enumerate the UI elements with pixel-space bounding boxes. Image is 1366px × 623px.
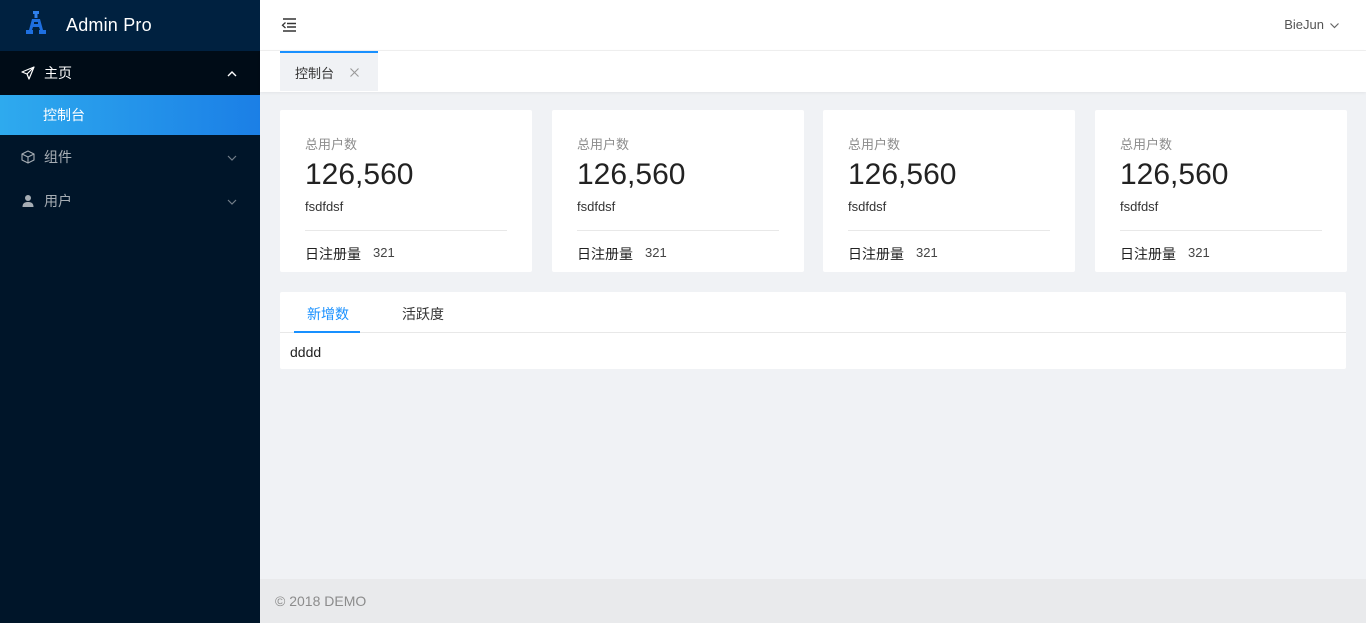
panel-tab-bar: 新增数 活跃度 [280,292,1346,333]
user-name: BieJun [1284,17,1324,32]
sidebar-group-label: 用户 [44,193,72,209]
stat-card-subtitle: fsdfdsf [1120,199,1159,214]
stat-card: 总用户数 126,560 fsdfdsf 日注册量 321 [280,110,532,272]
stat-card-footer-value: 321 [1188,245,1210,260]
sidebar-group-users[interactable]: 用户 [0,179,260,223]
send-icon [20,65,36,81]
tab-label: 控制台 [295,65,335,81]
divider [577,230,779,231]
tabs-panel: 新增数 活跃度 dddd [280,292,1346,369]
stat-card-title: 总用户数 [1120,137,1173,152]
brand-logo[interactable]: Admin Pro [0,0,260,51]
stat-card: 总用户数 126,560 fsdfdsf 日注册量 321 [1095,110,1347,272]
stat-card-footer-label: 日注册量 [848,246,904,262]
stat-card-value: 126,560 [848,158,957,191]
stat-card-value: 126,560 [1120,158,1229,191]
stat-card: 总用户数 126,560 fsdfdsf 日注册量 321 [823,110,1075,272]
stat-card-subtitle: fsdfdsf [577,199,616,214]
top-header: BieJun [260,0,1366,51]
sidebar-item-console[interactable]: 控制台 [0,95,260,135]
sidebar-group-label: 组件 [44,149,72,165]
stat-card-title: 总用户数 [577,137,630,152]
divider [1120,230,1322,231]
divider [305,230,507,231]
sidebar-group-components[interactable]: 组件 [0,135,260,179]
stat-card-value: 126,560 [577,158,686,191]
sidebar-item-label: 控制台 [43,107,85,123]
close-icon[interactable] [349,66,360,77]
stat-card-footer-value: 321 [916,245,938,260]
stat-card-title: 总用户数 [305,137,358,152]
tab-content: dddd [290,344,322,360]
stat-card-footer-label: 日注册量 [577,246,633,262]
tab-ink-bar [294,331,360,333]
sidebar-group-home[interactable]: 主页 [0,51,260,95]
chevron-down-icon [1329,19,1340,30]
stat-card-footer-label: 日注册量 [305,246,361,262]
stat-card: 总用户数 126,560 fsdfdsf 日注册量 321 [552,110,804,272]
admin-logo-icon [24,10,48,41]
chevron-down-icon [226,195,238,207]
stat-card-value: 126,560 [305,158,414,191]
tab-activity[interactable]: 活跃度 [402,304,444,324]
page-footer: © 2018 DEMO [260,579,1366,623]
sidebar-submenu-home: 控制台 [0,95,260,135]
stat-card-subtitle: fsdfdsf [305,199,344,214]
user-menu[interactable]: BieJun [1284,17,1340,32]
page-tabs-bar: 控制台 [260,51,1366,92]
brand-title: Admin Pro [66,15,152,35]
chevron-up-icon [226,67,238,79]
divider [848,230,1050,231]
stat-card-footer-value: 321 [645,245,667,260]
sidebar-group-label: 主页 [44,65,72,81]
tab-console[interactable]: 控制台 [280,51,378,91]
sidebar: Admin Pro 主页 控制台 组件 用户 [0,0,260,623]
user-icon [20,193,36,209]
chevron-down-icon [226,151,238,163]
tab-new-count[interactable]: 新增数 [307,304,349,324]
footer-text: © 2018 DEMO [275,593,367,609]
menu-fold-icon[interactable] [280,16,298,34]
stat-card-footer-value: 321 [373,245,395,260]
stat-card-subtitle: fsdfdsf [848,199,887,214]
stat-card-footer-label: 日注册量 [1120,246,1176,262]
stat-card-title: 总用户数 [848,137,901,152]
cube-icon [20,149,36,165]
